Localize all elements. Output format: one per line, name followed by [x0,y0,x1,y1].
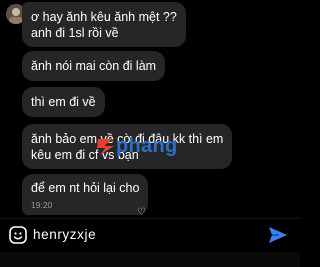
message-bubble[interactable]: ơ hay ănh kêu ănh mệt ?? anh đi 1sl rồi … [22,2,186,47]
message-text: thì em đi về [31,95,96,109]
message-text: anh đi 1sl rồi về [31,26,119,40]
heart-reaction-icon[interactable]: ♡ [137,208,146,218]
message-bubble[interactable]: để em nt hỏi lại cho 19:20 [22,174,149,215]
message-text: ơ hay ănh kêu ănh mệt ?? [31,10,177,24]
keyboard-suggestion-bar [0,252,300,267]
watermark-logo: phang [94,133,210,159]
emoji-icon[interactable] [8,225,28,245]
message-timestamp: 19:20 [31,200,53,210]
chat-thread: ơ hay ănh kêu ănh mệt ?? anh đi 1sl rồi … [0,0,300,218]
watermark-brand-icon [97,139,114,155]
watermark-text: phang [116,135,178,157]
message-text: ănh nói mai còn đi làm [31,59,157,73]
send-icon[interactable] [267,224,289,246]
message-bubble[interactable]: thì em đi về [22,87,105,117]
message-text: để em nt hỏi lại cho [31,181,140,195]
message-composer: henryzxje [0,218,300,251]
message-input[interactable]: henryzxje [33,227,96,243]
message-bubble[interactable]: ănh nói mai còn đi làm [22,51,166,81]
